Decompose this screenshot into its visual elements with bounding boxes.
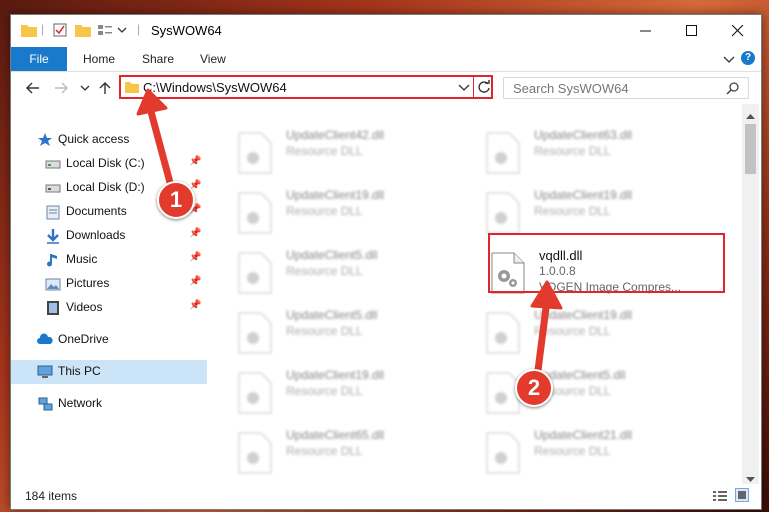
callout-2: 2 [515, 369, 553, 407]
callout-1: 1 [157, 181, 195, 219]
annotation-arrows [136, 88, 563, 382]
